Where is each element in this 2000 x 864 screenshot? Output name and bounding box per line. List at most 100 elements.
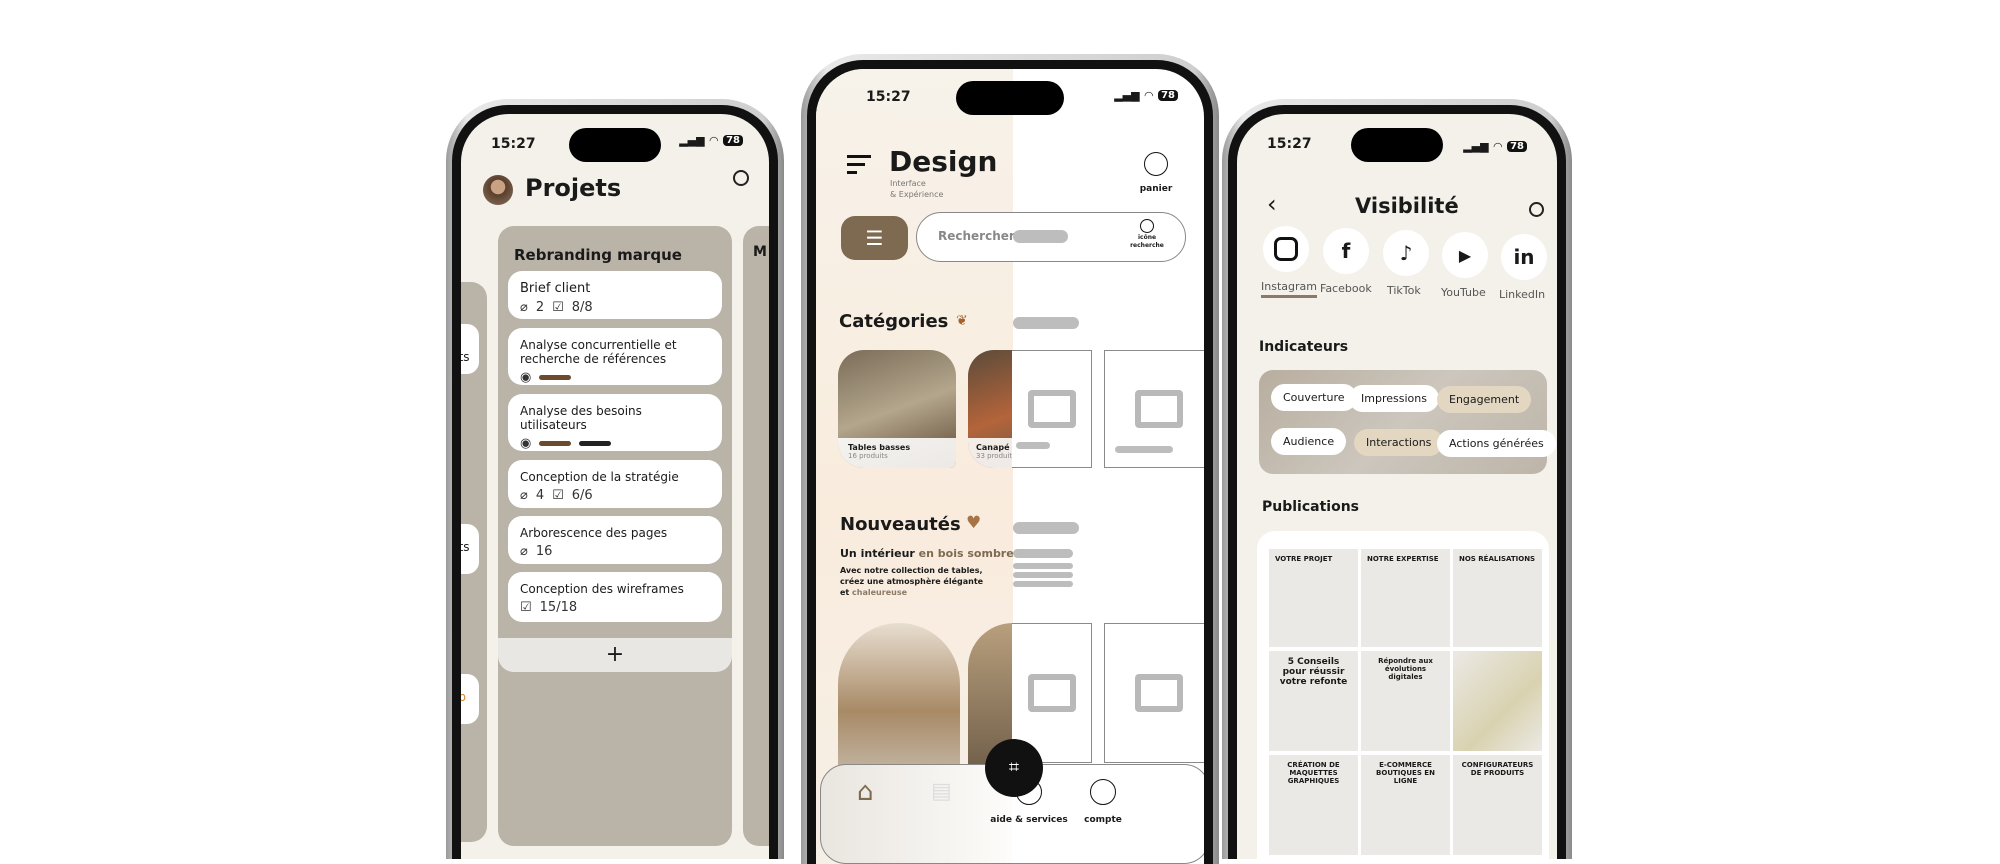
search-icon[interactable]: icône recherche (1127, 219, 1167, 250)
cart-label: panier (1139, 184, 1173, 194)
avatar[interactable] (483, 175, 513, 205)
checklist-count: 6/6 (571, 488, 593, 503)
category-card[interactable]: Canapé 33 produits (968, 350, 1013, 468)
page-title: Projets (525, 174, 622, 202)
network-label[interactable]: Facebook (1320, 282, 1372, 295)
publications-grid: VOTRE PROJET NOTRE EXPERTISE NOS RÉALISA… (1257, 531, 1549, 859)
task-title: Conception de la stratégie (520, 470, 679, 484)
search-icon-label: icône (1137, 234, 1157, 241)
status-icons: ▂▄▆ ◠ 78 (679, 134, 743, 147)
checkbox-icon: ☑ (552, 488, 564, 503)
menu-icon[interactable] (847, 155, 871, 174)
youtube-button[interactable]: ▶ (1442, 232, 1488, 278)
publication-post[interactable]: NOTRE EXPERTISE (1361, 549, 1450, 647)
indicator-chip[interactable]: Couverture (1271, 384, 1357, 411)
paperclip-icon: ⌀ (520, 544, 528, 559)
search-input[interactable]: Rechercher icône recherche (916, 212, 1186, 262)
task-title: Brief client (520, 281, 591, 296)
instagram-button[interactable] (1263, 226, 1309, 272)
tiktok-button[interactable]: ♪ (1383, 230, 1429, 276)
category-name: Canapé (976, 443, 1010, 452)
publication-post[interactable]: 5 Conseils pour réussir votre refonte (1269, 651, 1358, 751)
network-label[interactable]: TikTok (1387, 284, 1421, 297)
linkedin-icon: in (1513, 245, 1535, 269)
add-task-button[interactable]: + (498, 638, 732, 672)
eye-icon: ◉ (520, 370, 532, 385)
card-fragment: eb (461, 690, 466, 704)
account-icon (1090, 779, 1116, 805)
status-icons: ▂▄▆ ◠ 78 (1463, 140, 1527, 153)
scan-button[interactable]: ⌗ (985, 739, 1043, 797)
wifi-icon: ◠ (1144, 89, 1154, 102)
signal-icon: ▂▄▆ (1463, 140, 1489, 153)
card-partial: eb (461, 674, 479, 724)
search-icon[interactable] (733, 170, 749, 186)
network-label[interactable]: YouTube (1441, 286, 1486, 299)
task-card[interactable]: Analyse concurrentielle et recherche de … (508, 328, 722, 385)
instagram-icon (1274, 237, 1298, 261)
publication-post[interactable] (1453, 651, 1542, 751)
publication-post[interactable]: CRÉATION DE MAQUETTES GRAPHIQUES (1269, 755, 1358, 855)
tiktok-icon: ♪ (1399, 241, 1413, 265)
image-placeholder (1012, 350, 1092, 468)
battery-icon: 78 (1507, 141, 1527, 152)
publication-post[interactable]: E-COMMERCE BOUTIQUES EN LIGNE (1361, 755, 1450, 855)
filter-button[interactable]: ☰ (841, 216, 908, 260)
projets-screen: 15:27 ▂▄▆ ◠ 78 Projets nts nts eb Rebrandi… (461, 114, 769, 859)
publications-title: Publications (1262, 499, 1360, 515)
page-title: Visibilité (1355, 194, 1459, 218)
indicator-chip-active[interactable]: Interactions (1354, 429, 1444, 456)
attachment-count: 2 (535, 300, 545, 315)
categories-title: Catégories (839, 311, 949, 332)
publication-post[interactable]: NOS RÉALISATIONS (1453, 549, 1542, 647)
news-image[interactable] (838, 623, 960, 783)
right-column-partial: M (743, 226, 769, 846)
nav-home-icon[interactable]: ⌂ (857, 777, 874, 807)
network-label-active[interactable]: Instagram (1261, 280, 1317, 298)
signal-icon: ▂▄▆ (679, 134, 705, 147)
nav-account[interactable]: compte (1073, 779, 1133, 826)
eye-icon: ◉ (520, 436, 532, 451)
checklist-count: 15/18 (539, 600, 578, 615)
indicator-chip[interactable]: Audience (1271, 428, 1347, 455)
dynamic-island (956, 81, 1064, 115)
leaf-icon: ❦ (956, 313, 968, 329)
checkbox-icon: ☑ (552, 300, 564, 315)
cart-icon (1144, 152, 1168, 176)
task-card[interactable]: Conception de la stratégie ⌀ 4 ☑ 6/6 (508, 460, 722, 508)
nav-label: compte (1084, 815, 1122, 825)
cart-button[interactable]: panier (1136, 152, 1176, 195)
facebook-button[interactable]: f (1323, 228, 1369, 274)
category-name: Tables basses (848, 443, 911, 452)
linkedin-button[interactable]: in (1501, 234, 1547, 280)
column-title: Rebranding marque (514, 246, 682, 264)
battery-icon: 78 (1158, 90, 1178, 101)
task-card[interactable]: Conception des wireframes ☑ 15/18 (508, 572, 722, 622)
task-card[interactable]: Analyse des besoins utilisateurs ◉ (508, 394, 722, 451)
column-title-fragment: M (753, 244, 767, 260)
publication-post[interactable]: Répondre aux évolutions digitales (1361, 651, 1450, 751)
indicators-title: Indicateurs (1259, 339, 1349, 355)
indicator-chip[interactable]: Actions générées (1437, 430, 1556, 457)
back-icon[interactable]: ‹ (1267, 190, 1277, 218)
network-label[interactable]: LinkedIn (1499, 288, 1545, 301)
task-card[interactable]: Brief client ⌀ 2 ☑ 8/8 (508, 271, 722, 319)
facebook-icon: f (1341, 239, 1351, 263)
news-body: Avec notre collection de tables, créez u… (840, 566, 984, 597)
status-time: 15:27 (1267, 136, 1312, 152)
label-bar (539, 375, 572, 380)
search-icon[interactable] (1529, 202, 1544, 217)
category-card[interactable]: Tables basses 16 produits (838, 350, 956, 468)
card-fragment: nts (461, 350, 470, 364)
publication-post[interactable]: CONFIGURATEURS DE PRODUITS (1453, 755, 1542, 855)
task-card[interactable]: Arborescence des pages ⌀ 16 (508, 516, 722, 564)
indicators-panel: Couverture Impressions Engagement Audien… (1259, 370, 1556, 474)
news-title: Nouveautés (840, 514, 961, 535)
status-time: 15:27 (491, 136, 536, 152)
indicator-chip[interactable]: Impressions (1349, 385, 1439, 412)
image-placeholder (1104, 350, 1204, 468)
nav-documents-icon[interactable]: ▤ (931, 779, 952, 804)
publication-post[interactable]: VOTRE PROJET (1269, 549, 1358, 647)
indicator-chip-active[interactable]: Engagement (1437, 386, 1532, 413)
news-headline: Un intérieur en bois sombre (840, 547, 1014, 560)
